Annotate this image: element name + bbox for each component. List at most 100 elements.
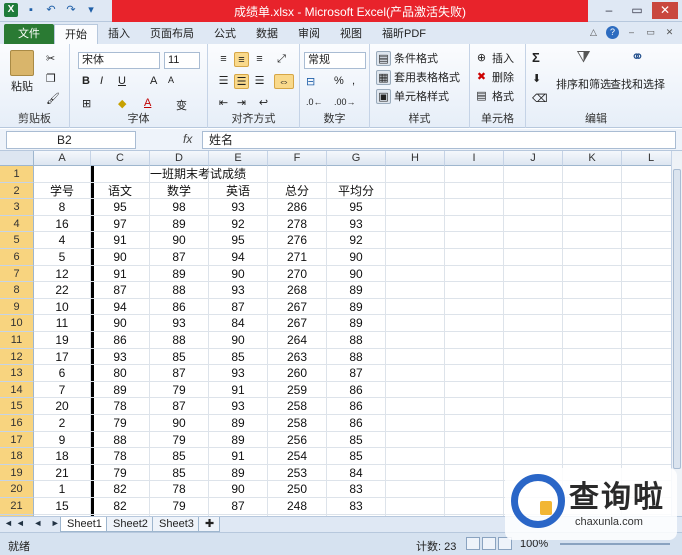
row-header-12[interactable]: 12 — [0, 348, 34, 366]
cell[interactable]: 256 — [268, 431, 327, 449]
cell[interactable] — [327, 166, 386, 183]
number-format-box[interactable]: 常规 — [304, 52, 366, 69]
cell[interactable] — [622, 349, 671, 366]
cell[interactable]: 88 — [91, 431, 150, 449]
find-select-button[interactable]: ⚭ 查找和选择 — [610, 50, 665, 92]
cell[interactable]: 264 — [268, 332, 327, 349]
cell[interactable]: 90 — [327, 265, 386, 283]
cell[interactable] — [386, 182, 445, 200]
row-header-16[interactable]: 16 — [0, 415, 34, 432]
cell[interactable]: 88 — [327, 348, 386, 366]
cell[interactable]: 93 — [91, 348, 150, 366]
cell[interactable]: 260 — [268, 365, 327, 382]
cell[interactable] — [386, 215, 445, 233]
cell[interactable]: 15 — [34, 498, 91, 515]
cell[interactable]: 92 — [327, 232, 386, 249]
cell[interactable]: 86 — [327, 398, 386, 415]
fill-color-icon[interactable]: ◆ — [118, 97, 126, 110]
row-header-11[interactable]: 11 — [0, 332, 34, 349]
conditional-format-button[interactable]: ▤ 条件格式 — [376, 50, 438, 66]
cell[interactable]: 12 — [34, 265, 91, 283]
wrap-text-icon[interactable]: ↩ — [256, 96, 271, 111]
cell[interactable]: 79 — [150, 381, 209, 399]
cell[interactable]: 87 — [209, 498, 268, 515]
tab-insert[interactable]: 插入 — [98, 24, 140, 44]
cell[interactable] — [563, 431, 622, 449]
cell[interactable] — [386, 415, 445, 432]
cell[interactable]: 84 — [327, 464, 386, 482]
cell[interactable]: 语文 — [91, 182, 150, 200]
cell[interactable] — [386, 448, 445, 465]
cell[interactable]: 270 — [268, 265, 327, 283]
cell[interactable]: 267 — [268, 315, 327, 332]
insert-function-button[interactable]: fx — [183, 132, 192, 146]
row-header-4[interactable]: 4 — [0, 215, 34, 233]
tab-page-layout[interactable]: 页面布局 — [140, 24, 204, 44]
align-center-icon[interactable]: ☰ — [234, 74, 249, 89]
cell[interactable]: 85 — [327, 448, 386, 465]
font-color-button[interactable]: A — [144, 97, 151, 109]
cell[interactable] — [445, 381, 504, 399]
cell[interactable]: 一班期末考试成绩 — [150, 166, 246, 183]
cell[interactable]: 90 — [150, 232, 209, 249]
help-icon[interactable]: ? — [606, 26, 619, 39]
increase-decimal-icon[interactable]: .0← — [306, 97, 323, 107]
redo-icon[interactable]: ↷ — [64, 3, 78, 17]
cell[interactable]: 91 — [91, 232, 150, 249]
tab-view[interactable]: 视图 — [330, 24, 372, 44]
cell[interactable] — [504, 166, 563, 183]
cell[interactable] — [445, 282, 504, 299]
cell[interactable]: 258 — [268, 398, 327, 415]
cell[interactable]: 88 — [150, 282, 209, 299]
cell[interactable] — [445, 232, 504, 249]
cell[interactable] — [91, 166, 150, 183]
cell[interactable]: 80 — [91, 365, 150, 382]
shrink-font-button[interactable]: A — [168, 75, 174, 85]
clear-icon[interactable]: ⌫ — [532, 92, 548, 105]
cell[interactable]: 87 — [327, 365, 386, 382]
sheet-tab-sheet2[interactable]: Sheet2 — [106, 517, 155, 532]
cell[interactable] — [386, 315, 445, 332]
cell[interactable]: 90 — [327, 249, 386, 266]
cell[interactable] — [386, 332, 445, 349]
cell[interactable] — [622, 448, 671, 465]
column-header-I[interactable]: I — [445, 151, 504, 166]
row-header-5[interactable]: 5 — [0, 232, 34, 249]
tab-home[interactable]: 开始 — [54, 24, 98, 44]
cell[interactable] — [622, 199, 671, 216]
cell[interactable]: 85 — [150, 464, 209, 482]
tab-formulas[interactable]: 公式 — [204, 24, 246, 44]
cell[interactable]: 10 — [34, 298, 91, 316]
column-header-C[interactable]: C — [91, 151, 150, 166]
cell[interactable]: 94 — [91, 298, 150, 316]
row-header-17[interactable]: 17 — [0, 431, 34, 449]
cell[interactable] — [386, 498, 445, 515]
cell[interactable] — [445, 332, 504, 349]
align-bottom-icon[interactable]: ≡ — [252, 52, 267, 67]
cell[interactable]: 95 — [91, 199, 150, 216]
cell[interactable]: 79 — [150, 431, 209, 449]
cell[interactable]: 86 — [150, 298, 209, 316]
column-header-E[interactable]: E — [209, 151, 268, 166]
cell[interactable]: 88 — [150, 332, 209, 349]
cell[interactable] — [563, 249, 622, 266]
cell[interactable] — [622, 232, 671, 249]
cell[interactable] — [563, 282, 622, 299]
format-painter-icon[interactable]: 🖌 — [46, 92, 60, 105]
cell[interactable] — [386, 381, 445, 399]
cell[interactable] — [504, 282, 563, 299]
cell[interactable] — [445, 498, 504, 515]
cell[interactable] — [622, 183, 671, 200]
column-header-G[interactable]: G — [327, 151, 386, 166]
doc-restore-icon[interactable]: ▭ — [644, 26, 657, 39]
cell[interactable]: 79 — [150, 498, 209, 515]
cell[interactable] — [445, 265, 504, 283]
cell[interactable] — [563, 215, 622, 233]
align-middle-icon[interactable]: ≡ — [234, 52, 249, 67]
cell[interactable] — [445, 398, 504, 415]
normal-view-icon[interactable] — [466, 537, 480, 550]
cell[interactable]: 89 — [91, 381, 150, 399]
worksheet-grid[interactable]: A C D E F G H I J K L 1 一班期末考试成绩 2 学号 语文 数学 英语 总分 平均分 3 8 95 98… — [0, 151, 671, 516]
row-header-10[interactable]: 10 — [0, 315, 34, 332]
cell[interactable] — [563, 332, 622, 349]
